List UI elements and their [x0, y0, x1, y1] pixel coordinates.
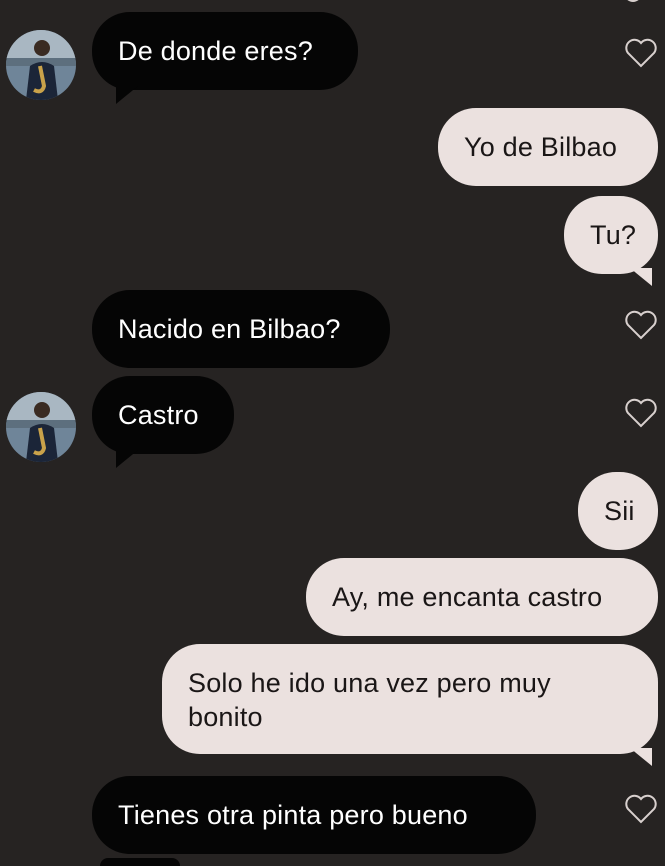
partial-heart-icon — [627, 0, 639, 2]
message-bubble-incoming[interactable]: Nacido en Bilbao? — [92, 290, 390, 368]
message-text: Yo de Bilbao — [464, 132, 618, 162]
message-bubble-outgoing[interactable]: Yo de Bilbao — [438, 108, 658, 186]
message-text: Nacido en Bilbao? — [118, 314, 341, 344]
message-bubble-incoming[interactable]: Castro — [92, 376, 234, 454]
message-text: Tienes otra pinta pero bueno — [118, 800, 468, 830]
partial-message-bubble — [100, 858, 180, 866]
heart-outline-icon[interactable] — [624, 794, 658, 824]
bubble-tail — [116, 86, 138, 104]
heart-outline-icon[interactable] — [624, 38, 658, 68]
message-text: Solo he ido una vez pero muy bonito — [188, 668, 551, 732]
message-bubble-incoming[interactable]: Tienes otra pinta pero bueno — [92, 776, 536, 854]
message-bubble-outgoing[interactable]: Ay, me encanta castro — [306, 558, 658, 636]
avatar-photo-icon — [6, 392, 76, 462]
message-text: Ay, me encanta castro — [332, 582, 603, 612]
message-text: Castro — [118, 400, 199, 430]
message-bubble-outgoing[interactable]: Tu? — [564, 196, 658, 274]
message-bubble-outgoing[interactable]: Sii — [578, 472, 658, 550]
message-text: Tu? — [590, 220, 637, 250]
message-bubble-incoming[interactable]: De donde eres? — [92, 12, 358, 90]
heart-outline-icon[interactable] — [624, 310, 658, 340]
chat-thread: De donde eres? Yo de Bilbao Tu? Nacido e… — [0, 0, 665, 866]
bubble-tail — [116, 450, 138, 468]
message-bubble-outgoing[interactable]: Solo he ido una vez pero muy bonito — [162, 644, 658, 754]
message-text: Sii — [604, 496, 635, 526]
avatar[interactable] — [6, 392, 76, 462]
heart-outline-icon[interactable] — [624, 398, 658, 428]
bubble-tail — [630, 748, 652, 766]
avatar-photo-icon — [6, 30, 76, 100]
message-text: De donde eres? — [118, 36, 313, 66]
bubble-tail — [630, 268, 652, 286]
avatar[interactable] — [6, 30, 76, 100]
